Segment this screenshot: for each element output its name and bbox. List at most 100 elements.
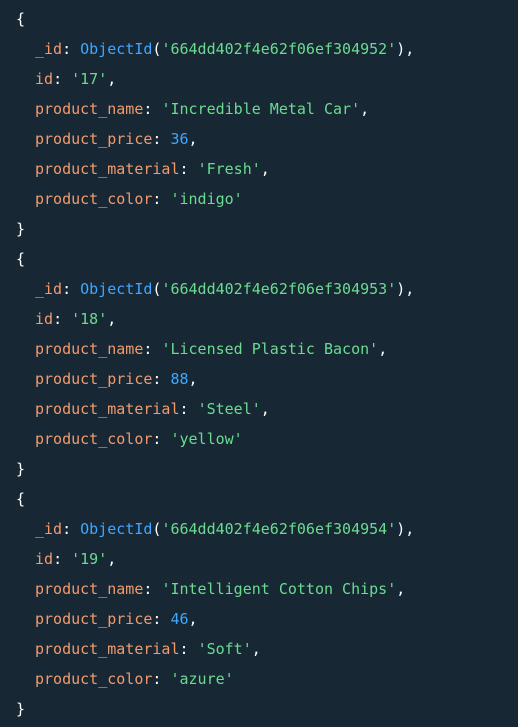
colon: : xyxy=(53,310,72,328)
document-field-objectid: _id: ObjectId('664dd402f4e62f06ef304953'… xyxy=(0,274,518,304)
document-open-brace: { xyxy=(0,4,518,34)
document-field-product-name: product_name: 'Intelligent Cotton Chips'… xyxy=(0,574,518,604)
field-key: product_material xyxy=(35,160,180,178)
open-brace: { xyxy=(16,490,26,508)
field-value: 46 xyxy=(170,610,189,628)
colon: : xyxy=(62,280,81,298)
colon: : xyxy=(152,370,171,388)
field-key: product_material xyxy=(35,640,180,658)
field-value: 88 xyxy=(170,370,189,388)
field-key: _id xyxy=(35,520,63,538)
document-close-brace: } xyxy=(0,454,518,484)
colon: : xyxy=(179,400,198,418)
comma: , xyxy=(107,70,117,88)
open-brace: { xyxy=(16,10,26,28)
document-field-product-price: product_price: 88, xyxy=(0,364,518,394)
paren-close: ), xyxy=(396,40,415,58)
field-value: 'Intelligent Cotton Chips' xyxy=(161,580,397,598)
field-key: product_price xyxy=(35,370,153,388)
comma: , xyxy=(260,160,270,178)
close-brace: } xyxy=(16,220,26,238)
document-close-brace: } xyxy=(0,694,518,724)
objectid-function: ObjectId xyxy=(80,40,153,58)
comma: , xyxy=(260,400,270,418)
colon: : xyxy=(179,160,198,178)
query-results-output: { _id: ObjectId('664dd402f4e62f06ef304952… xyxy=(0,0,518,727)
field-key: product_name xyxy=(35,100,144,118)
document-field-product-name: product_name: 'Licensed Plastic Bacon', xyxy=(0,334,518,364)
colon: : xyxy=(62,40,81,58)
field-value: 'Licensed Plastic Bacon' xyxy=(161,340,379,358)
comma: , xyxy=(396,580,406,598)
document-field-product-material: product_material: 'Steel', xyxy=(0,394,518,424)
colon: : xyxy=(152,130,171,148)
document-field-product-name: product_name: 'Incredible Metal Car', xyxy=(0,94,518,124)
document-field-product-color: product_color: 'yellow' xyxy=(0,424,518,454)
colon: : xyxy=(179,640,198,658)
colon: : xyxy=(53,70,72,88)
document-field-product-color: product_color: 'indigo' xyxy=(0,184,518,214)
colon: : xyxy=(62,520,81,538)
document-field-objectid: _id: ObjectId('664dd402f4e62f06ef304954'… xyxy=(0,514,518,544)
field-value: 'indigo' xyxy=(170,190,243,208)
colon: : xyxy=(152,430,171,448)
close-brace: } xyxy=(16,460,26,478)
field-key: _id xyxy=(35,280,63,298)
comma: , xyxy=(188,370,198,388)
paren-close: ), xyxy=(396,520,415,538)
field-key: id xyxy=(35,550,54,568)
document-open-brace: { xyxy=(0,244,518,274)
field-key: product_name xyxy=(35,340,144,358)
field-key: product_name xyxy=(35,580,144,598)
field-value: 36 xyxy=(170,130,189,148)
colon: : xyxy=(152,190,171,208)
colon: : xyxy=(143,580,162,598)
comma: , xyxy=(107,550,117,568)
field-key: product_material xyxy=(35,400,180,418)
colon: : xyxy=(143,100,162,118)
field-value: 'Fresh' xyxy=(197,160,261,178)
field-key: product_color xyxy=(35,430,153,448)
field-key: _id xyxy=(35,40,63,58)
field-key: id xyxy=(35,310,54,328)
objectid-function: ObjectId xyxy=(80,520,153,538)
field-value: '19' xyxy=(71,550,108,568)
comma: , xyxy=(107,310,117,328)
colon: : xyxy=(53,550,72,568)
document-field-product-price: product_price: 46, xyxy=(0,604,518,634)
objectid-value: '664dd402f4e62f06ef304953' xyxy=(161,280,397,298)
field-value: '18' xyxy=(71,310,108,328)
field-key: id xyxy=(35,70,54,88)
document-field-id: id: '19', xyxy=(0,544,518,574)
comma: , xyxy=(378,340,388,358)
comma: , xyxy=(360,100,370,118)
document-close-brace: } xyxy=(0,214,518,244)
comma: , xyxy=(188,610,198,628)
objectid-value: '664dd402f4e62f06ef304954' xyxy=(161,520,397,538)
field-value: '17' xyxy=(71,70,108,88)
objectid-function: ObjectId xyxy=(80,280,153,298)
document-field-product-price: product_price: 36, xyxy=(0,124,518,154)
document-open-brace: { xyxy=(0,484,518,514)
document-field-product-color: product_color: 'azure' xyxy=(0,664,518,694)
field-key: product_price xyxy=(35,130,153,148)
field-value: 'azure' xyxy=(170,670,234,688)
field-key: product_color xyxy=(35,670,153,688)
field-value: 'Steel' xyxy=(197,400,261,418)
field-key: product_color xyxy=(35,190,153,208)
close-brace: } xyxy=(16,700,26,718)
comma: , xyxy=(251,640,261,658)
field-value: 'yellow' xyxy=(170,430,243,448)
field-key: product_price xyxy=(35,610,153,628)
paren-close: ), xyxy=(396,280,415,298)
colon: : xyxy=(152,670,171,688)
document-field-id: id: '18', xyxy=(0,304,518,334)
comma: , xyxy=(188,130,198,148)
objectid-value: '664dd402f4e62f06ef304952' xyxy=(161,40,397,58)
open-brace: { xyxy=(16,250,26,268)
colon: : xyxy=(152,610,171,628)
field-value: 'Incredible Metal Car' xyxy=(161,100,361,118)
document-field-objectid: _id: ObjectId('664dd402f4e62f06ef304952'… xyxy=(0,34,518,64)
document-field-product-material: product_material: 'Soft', xyxy=(0,634,518,664)
colon: : xyxy=(143,340,162,358)
